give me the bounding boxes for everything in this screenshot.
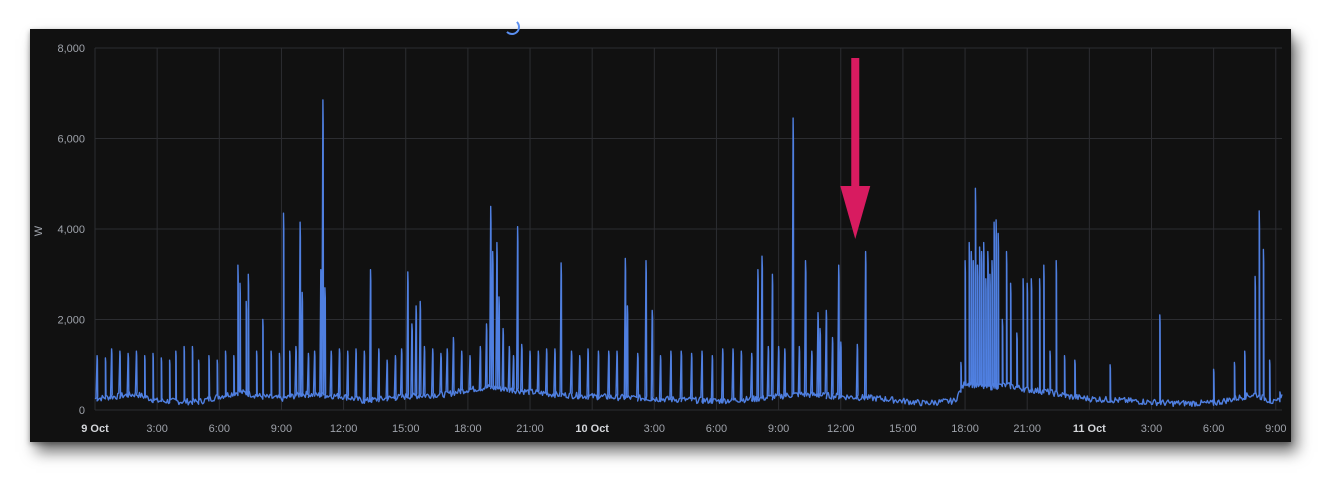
x-tick-label: 12:00	[827, 423, 855, 435]
x-tick-label: 18:00	[454, 423, 482, 435]
x-tick-label: 21:00	[1013, 423, 1041, 435]
x-tick-label: 15:00	[889, 423, 917, 435]
x-tick-label: 10 Oct	[575, 423, 609, 435]
x-tick-label: 9:00	[1265, 423, 1286, 435]
y-tick-label: 8,000	[57, 43, 85, 55]
x-tick-label: 9:00	[768, 423, 789, 435]
y-axis-label: W	[33, 225, 45, 236]
annotation-arrow-shaft	[851, 58, 860, 190]
x-tick-label: 9:00	[271, 423, 292, 435]
y-tick-label: 4,000	[57, 224, 85, 236]
series-layer	[94, 99, 1283, 407]
y-tick-label: 2,000	[57, 315, 85, 327]
power-series-line	[94, 99, 1283, 407]
annotation-arrow-head	[840, 186, 871, 239]
x-tick-label: 3:00	[146, 423, 167, 435]
chart-panel: 0 2,000 4,000 6,000 8,000 9 Oct 3:00 6:00 9:00 1…	[30, 19, 1291, 442]
x-tick-label: 12:00	[330, 423, 358, 435]
y-tick-label: 0	[79, 405, 85, 417]
x-tick-label: 9 Oct	[81, 423, 109, 435]
x-tick-label: 3:00	[644, 423, 665, 435]
x-tick-label: 21:00	[516, 423, 544, 435]
x-tick-label: 11 Oct	[1073, 423, 1106, 435]
x-axis-ticks: 9 Oct 3:00 6:00 9:00 12:00 15:00 18:00 21:00 10 …	[81, 423, 1286, 435]
x-tick-label: 6:00	[209, 423, 230, 435]
grid-lines	[94, 47, 1282, 411]
y-tick-label: 6,000	[57, 134, 85, 146]
x-tick-label: 6:00	[706, 423, 727, 435]
x-tick-label: 3:00	[1141, 423, 1162, 435]
y-axis-ticks: 0 2,000 4,000 6,000 8,000	[57, 43, 85, 417]
x-tick-label: 18:00	[951, 423, 979, 435]
x-tick-label: 6:00	[1203, 423, 1224, 435]
annotation-layer	[840, 58, 871, 239]
x-tick-label: 15:00	[392, 423, 420, 435]
power-chart: 0 2,000 4,000 6,000 8,000 9 Oct 3:00 6:00 9:00 1…	[33, 43, 1286, 435]
